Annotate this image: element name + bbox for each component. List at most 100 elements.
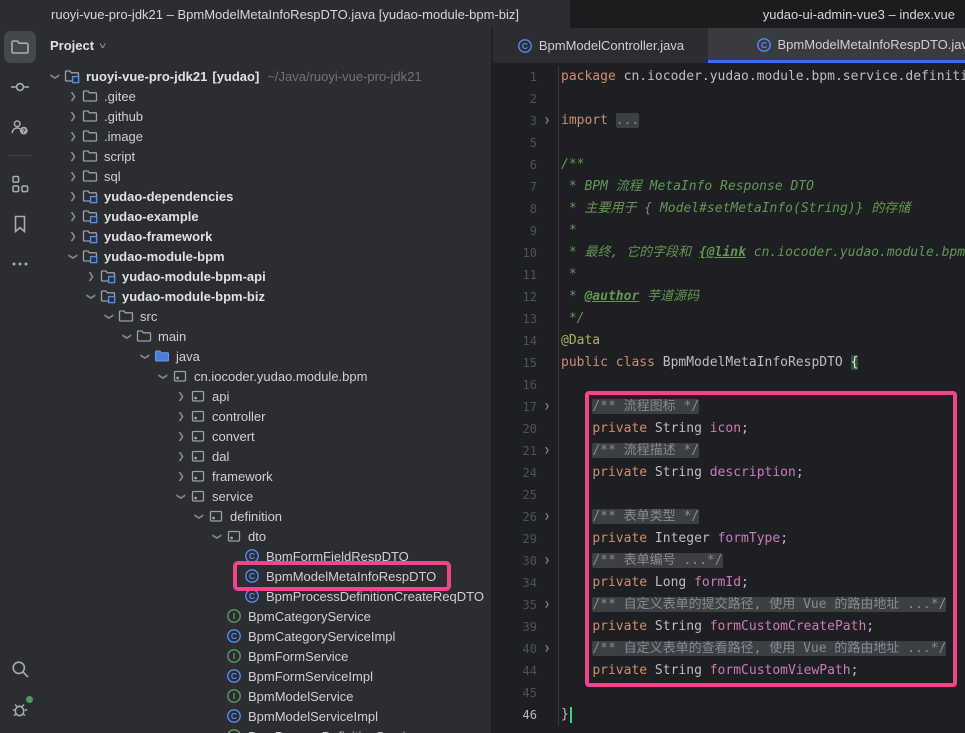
tree-item-yudao-module-bpm[interactable]: ❯yudao-module-bpm	[40, 246, 491, 266]
chevron-collapsed-icon[interactable]: ❯	[64, 171, 82, 182]
tree-item-bpmformfieldrespdto[interactable]: CBpmFormFieldRespDTO	[40, 546, 491, 566]
tree-item-dto[interactable]: ❯dto	[40, 526, 491, 546]
tree-item--gitee[interactable]: ❯.gitee	[40, 86, 491, 106]
fold-collapsed-icon[interactable]: ❯	[537, 446, 557, 456]
code-line-15[interactable]: 15public class BpmModelMetaInfoRespDTO {	[493, 352, 965, 374]
code-line-34[interactable]: 34 private Long formId;	[493, 572, 965, 594]
stripe-search-button[interactable]	[4, 653, 36, 685]
code-line-39[interactable]: 39 private String formCustomCreatePath;	[493, 616, 965, 638]
code-line-29[interactable]: 29 private Integer formType;	[493, 528, 965, 550]
fold-collapsed-icon[interactable]: ❯	[537, 512, 557, 522]
code-line-17[interactable]: 17❯ /** 流程图标 */	[493, 396, 965, 418]
chevron-expanded-icon[interactable]: ❯	[104, 307, 115, 325]
tree-item-bpmmodelmetainforespdto[interactable]: CBpmModelMetaInfoRespDTO	[40, 566, 491, 586]
chevron-collapsed-icon[interactable]: ❯	[172, 471, 190, 482]
fold-collapsed-icon[interactable]: ❯	[537, 402, 557, 412]
code-line-26[interactable]: 26❯ /** 表单类型 */	[493, 506, 965, 528]
code-line-12[interactable]: 12 * @author 芋道源码	[493, 286, 965, 308]
tree-item-yudao-dependencies[interactable]: ❯yudao-dependencies	[40, 186, 491, 206]
tree-item-framework[interactable]: ❯framework	[40, 466, 491, 486]
code-line-25[interactable]: 25	[493, 484, 965, 506]
code-line-10[interactable]: 10 * 最终, 它的字段和 {@link cn.iocoder.yudao.m…	[493, 242, 965, 264]
tree-item-bpmmodelservice[interactable]: IBpmModelService	[40, 686, 491, 706]
stripe-bookmarks-button[interactable]	[4, 208, 36, 240]
stripe-pull-requests-button[interactable]: ?	[4, 111, 36, 143]
code-line-16[interactable]: 16	[493, 374, 965, 396]
chevron-collapsed-icon[interactable]: ❯	[64, 211, 82, 222]
chevron-collapsed-icon[interactable]: ❯	[172, 391, 190, 402]
code-line-46[interactable]: 46}	[493, 704, 965, 726]
code-line-14[interactable]: 14@Data	[493, 330, 965, 352]
tree-item-controller[interactable]: ❯controller	[40, 406, 491, 426]
chevron-collapsed-icon[interactable]: ❯	[172, 431, 190, 442]
editor-tab-bpmmodelcontroller-java[interactable]: CBpmModelController.java	[493, 28, 708, 63]
code-editor[interactable]: 1package cn.iocoder.yudao.module.bpm.ser…	[493, 63, 965, 733]
tree-item-yudao-framework[interactable]: ❯yudao-framework	[40, 226, 491, 246]
tree-item-yudao-module-bpm-biz[interactable]: ❯yudao-module-bpm-biz	[40, 286, 491, 306]
tree-item-dal[interactable]: ❯dal	[40, 446, 491, 466]
chevron-expanded-icon[interactable]: ❯	[122, 327, 133, 345]
code-line-1[interactable]: 1package cn.iocoder.yudao.module.bpm.ser…	[493, 66, 965, 88]
tree-item-bpmcategoryserviceimpl[interactable]: CBpmCategoryServiceImpl	[40, 626, 491, 646]
code-line-20[interactable]: 20 private String icon;	[493, 418, 965, 440]
chevron-expanded-icon[interactable]: ❯	[194, 507, 205, 525]
chevron-expanded-icon[interactable]: ❯	[68, 247, 79, 265]
code-line-45[interactable]: 45	[493, 682, 965, 704]
tree-item-bpmprocessdefinitioncreatereqdto[interactable]: CBpmProcessDefinitionCreateReqDTO	[40, 586, 491, 606]
project-panel-header[interactable]: Project ˅	[40, 28, 491, 63]
tree-item-src[interactable]: ❯src	[40, 306, 491, 326]
tree-item-bpmformserviceimpl[interactable]: CBpmFormServiceImpl	[40, 666, 491, 686]
tree-item-sql[interactable]: ❯sql	[40, 166, 491, 186]
code-line-13[interactable]: 13 */	[493, 308, 965, 330]
code-line-40[interactable]: 40❯ /** 自定义表单的查看路径, 使用 Vue 的路由地址 ...*/	[493, 638, 965, 660]
code-line-3[interactable]: 3❯import ...	[493, 110, 965, 132]
tree-item-main[interactable]: ❯main	[40, 326, 491, 346]
tree-item-api[interactable]: ❯api	[40, 386, 491, 406]
code-line-5[interactable]: 5	[493, 132, 965, 154]
tree-item-yudao-module-bpm-api[interactable]: ❯yudao-module-bpm-api	[40, 266, 491, 286]
code-line-9[interactable]: 9 *	[493, 220, 965, 242]
tree-item-yudao-example[interactable]: ❯yudao-example	[40, 206, 491, 226]
tree-item-service[interactable]: ❯service	[40, 486, 491, 506]
tree-item--github[interactable]: ❯.github	[40, 106, 491, 126]
chevron-expanded-icon[interactable]: ❯	[158, 367, 169, 385]
tree-item-java[interactable]: ❯java	[40, 346, 491, 366]
chevron-collapsed-icon[interactable]: ❯	[172, 411, 190, 422]
code-line-30[interactable]: 30❯ /** 表单编号 ...*/	[493, 550, 965, 572]
stripe-commit-button[interactable]	[4, 71, 36, 103]
tree-item-convert[interactable]: ❯convert	[40, 426, 491, 446]
chevron-collapsed-icon[interactable]: ❯	[64, 191, 82, 202]
code-line-8[interactable]: 8 * 主要用于 { Model#setMetaInfo(String)} 的存…	[493, 198, 965, 220]
tree-item-bpmmodelserviceimpl[interactable]: CBpmModelServiceImpl	[40, 706, 491, 726]
stripe-structure-button[interactable]	[4, 168, 36, 200]
editor-tab-bpmmodelmetainforespdto-java[interactable]: CBpmModelMetaInfoRespDTO.java	[708, 28, 965, 63]
chevron-collapsed-icon[interactable]: ❯	[64, 111, 82, 122]
code-line-11[interactable]: 11 *	[493, 264, 965, 286]
code-line-7[interactable]: 7 * BPM 流程 MetaInfo Response DTO	[493, 176, 965, 198]
code-line-21[interactable]: 21❯ /** 流程描述 */	[493, 440, 965, 462]
chevron-collapsed-icon[interactable]: ❯	[64, 231, 82, 242]
fold-collapsed-icon[interactable]: ❯	[537, 116, 557, 126]
chevron-expanded-icon[interactable]: ❯	[176, 487, 187, 505]
chevron-expanded-icon[interactable]: ❯	[140, 347, 151, 365]
stripe-more-tools-button[interactable]	[4, 248, 36, 280]
tree-item-ruoyi-vue-pro-jdk21[interactable]: ❯ruoyi-vue-pro-jdk21[yudao]~/Java/ruoyi-…	[40, 66, 491, 86]
chevron-collapsed-icon[interactable]: ❯	[82, 271, 100, 282]
code-line-35[interactable]: 35❯ /** 自定义表单的提交路径, 使用 Vue 的路由地址 ...*/	[493, 594, 965, 616]
chevron-collapsed-icon[interactable]: ❯	[64, 91, 82, 102]
tree-item-script[interactable]: ❯script	[40, 146, 491, 166]
tree-item-bpmformservice[interactable]: IBpmFormService	[40, 646, 491, 666]
chevron-expanded-icon[interactable]: ❯	[86, 287, 97, 305]
tree-item-cn-iocoder-yudao-module-bpm[interactable]: ❯cn.iocoder.yudao.module.bpm	[40, 366, 491, 386]
tree-item-bpmprocessdefinitionservice[interactable]: IBpmProcessDefinitionService	[40, 726, 491, 733]
tree-item--image[interactable]: ❯.image	[40, 126, 491, 146]
fold-collapsed-icon[interactable]: ❯	[537, 644, 557, 654]
code-line-24[interactable]: 24 private String description;	[493, 462, 965, 484]
chevron-collapsed-icon[interactable]: ❯	[64, 151, 82, 162]
stripe-project-button[interactable]	[4, 31, 36, 63]
chevron-expanded-icon[interactable]: ❯	[212, 527, 223, 545]
chevron-expanded-icon[interactable]: ❯	[50, 67, 61, 85]
tree-item-bpmcategoryservice[interactable]: IBpmCategoryService	[40, 606, 491, 626]
chevron-collapsed-icon[interactable]: ❯	[172, 451, 190, 462]
tree-item-definition[interactable]: ❯definition	[40, 506, 491, 526]
